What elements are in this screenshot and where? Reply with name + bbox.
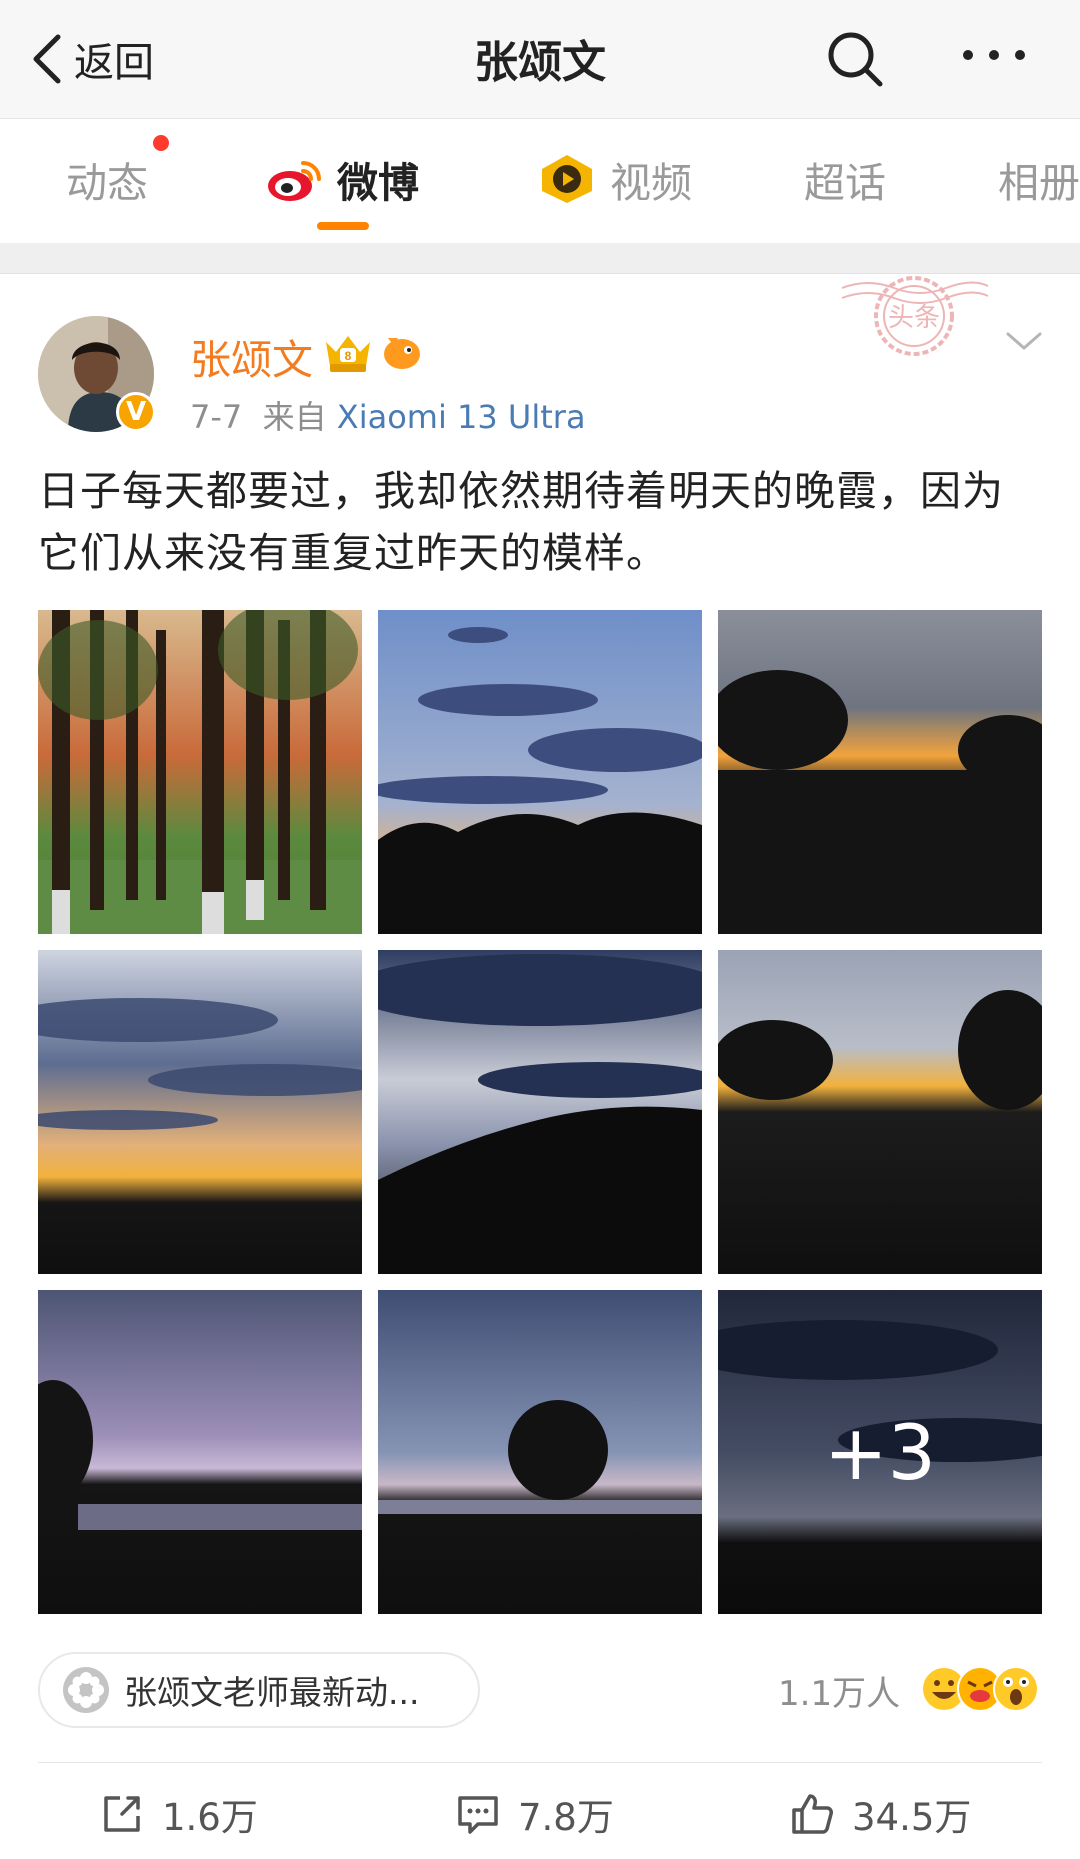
tab-weibo[interactable]: 微博 xyxy=(265,147,419,211)
device-source-link[interactable]: Xiaomi 13 Ultra xyxy=(337,398,586,436)
tab-label: 超话 xyxy=(804,159,886,207)
photo-forest[interactable] xyxy=(38,610,362,934)
author-name[interactable]: 张颂文 xyxy=(190,326,313,386)
photo-lake-dusk[interactable] xyxy=(718,950,1042,1274)
tab-video[interactable]: 视频 xyxy=(538,147,692,211)
topic-link[interactable]: 张颂文老师最新动... xyxy=(38,1652,480,1728)
source-prefix: 来自 xyxy=(262,398,327,436)
more-icon[interactable] xyxy=(958,40,1030,70)
like-button[interactable]: 34.5万 xyxy=(790,1786,971,1842)
post-text: 日子每天都要过，我却依然期待着明天的晚霞，因为它们从来没有重复过昨天的模样。 xyxy=(38,467,1004,577)
more-photos-count: +3 xyxy=(718,1290,1042,1614)
photo-lone-tree[interactable] xyxy=(378,1290,702,1614)
tab-label: 微博 xyxy=(337,159,419,207)
photo-purple-sky[interactable] xyxy=(38,1290,362,1614)
like-count: 34.5万 xyxy=(852,1796,972,1839)
video-play-icon xyxy=(542,155,592,203)
chevron-down-icon[interactable] xyxy=(1004,326,1044,356)
thumbs-up-icon xyxy=(792,1794,833,1834)
active-tab-indicator xyxy=(317,222,369,230)
photo-dark-clouds[interactable] xyxy=(378,950,702,1274)
post-meta: 7-7 来自 Xiaomi 13 Ultra xyxy=(190,392,586,438)
notification-dot xyxy=(153,135,169,151)
share-button[interactable]: 1.6万 xyxy=(100,1786,258,1842)
tab-super-topic[interactable]: 超话 xyxy=(804,147,886,211)
page-title: 张颂文 xyxy=(474,37,606,88)
tab-dynamics[interactable]: 动态 xyxy=(66,147,148,211)
stamp-label: 头条 xyxy=(888,303,940,333)
headline-stamp-icon: 头条 xyxy=(841,276,988,356)
verified-badge-icon: V xyxy=(116,392,156,432)
post-date: 7-7 xyxy=(190,398,243,436)
svg-text:8: 8 xyxy=(345,349,352,363)
topic-label: 张颂文老师最新动... xyxy=(124,1673,420,1712)
actions-divider xyxy=(38,1762,1042,1763)
share-count: 1.6万 xyxy=(162,1796,258,1839)
flower-icon xyxy=(63,1667,109,1713)
tab-label: 视频 xyxy=(610,159,692,207)
reaction-emojis-icon[interactable] xyxy=(920,1664,1042,1714)
comment-icon xyxy=(458,1796,498,1834)
chevron-left-icon xyxy=(33,34,61,84)
photo-blue-clouds[interactable] xyxy=(378,610,702,934)
reactors-count[interactable]: 1.1万人 xyxy=(778,1666,900,1715)
photo-golden-horizon[interactable] xyxy=(38,950,362,1274)
vip-crown-icon[interactable]: 8 xyxy=(322,330,374,374)
share-icon xyxy=(104,1796,140,1832)
fish-badge-icon[interactable] xyxy=(380,330,424,374)
comment-button[interactable]: 7.8万 xyxy=(456,1786,614,1842)
nav-bar: 返回 张颂文 xyxy=(0,0,1080,119)
back-label: 返回 xyxy=(74,40,154,86)
comment-count: 7.8万 xyxy=(518,1796,614,1839)
photo-grid: +3 xyxy=(38,610,1042,1614)
photo-more[interactable]: +3 xyxy=(718,1290,1042,1614)
search-icon[interactable] xyxy=(824,28,886,90)
weibo-logo-icon xyxy=(268,161,321,201)
tab-label: 相册 xyxy=(998,159,1080,207)
photo-sunset-trees[interactable] xyxy=(718,610,1042,934)
tab-label: 动态 xyxy=(66,159,148,207)
tab-album[interactable]: 相册 xyxy=(998,147,1080,211)
back-button[interactable]: 返回 xyxy=(28,24,154,94)
